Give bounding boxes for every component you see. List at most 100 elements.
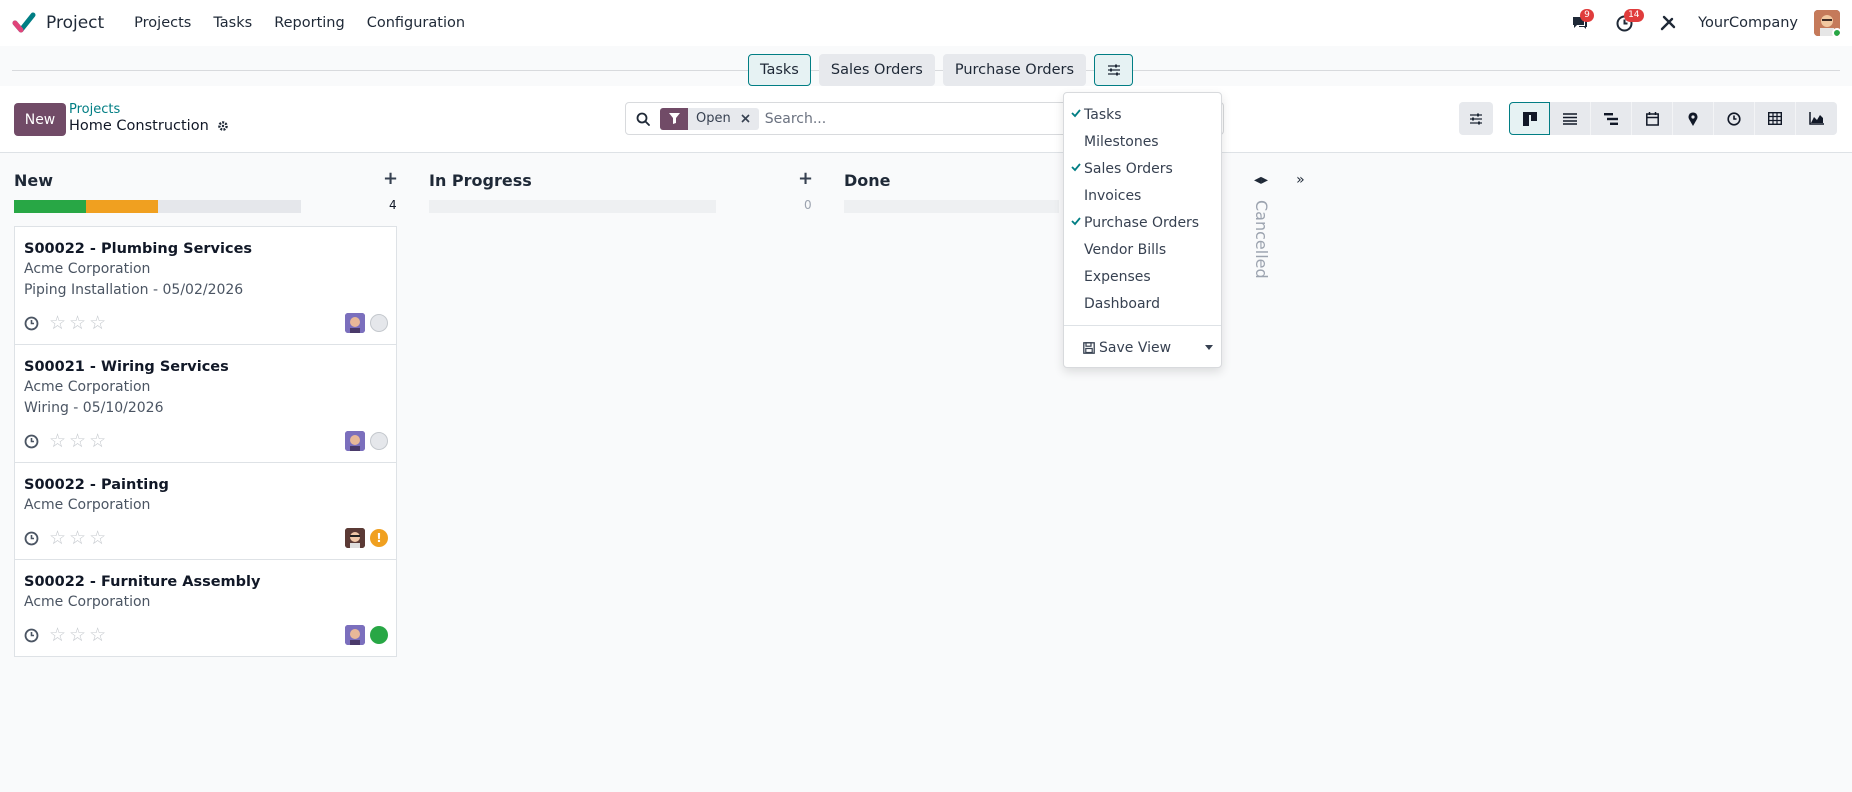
column-progress-new[interactable] (14, 200, 301, 213)
menu-projects[interactable]: Projects (134, 15, 191, 31)
debug-tools-button[interactable] (1654, 9, 1682, 37)
embedded-tasks-button[interactable]: Tasks (748, 54, 811, 86)
menu-reporting[interactable]: Reporting (274, 15, 345, 31)
expand-columns-icon[interactable]: » (1296, 172, 1305, 188)
activities-button[interactable]: 14 (1610, 9, 1644, 37)
folded-column-controls: ◂▸ » (1254, 172, 1333, 188)
quick-create-new-icon[interactable]: + (383, 168, 398, 189)
star-icon[interactable]: ☆ (69, 527, 86, 549)
column-folded-cancelled[interactable]: Cancelled (1252, 200, 1271, 279)
star-icon[interactable]: ☆ (89, 527, 106, 549)
kanban-card[interactable]: S00021 - Wiring Services Acme Corporatio… (15, 345, 396, 463)
star-icon[interactable]: ☆ (49, 624, 66, 646)
star-icon[interactable]: ☆ (69, 624, 86, 646)
column-header-done[interactable]: Done (844, 170, 891, 190)
gantt-view-button[interactable] (1591, 102, 1632, 135)
warning-state-icon[interactable]: ! (370, 529, 388, 547)
kanban-card[interactable]: S00022 - Painting Acme Corporation ☆ ☆ ☆ ! (15, 463, 396, 560)
embedded-actions-dropdown: Tasks Milestones Sales Orders Invoices P… (1063, 92, 1222, 368)
card-title: S00022 - Plumbing Services (24, 241, 253, 257)
card-footer: ☆ ☆ ☆ ! (24, 522, 388, 554)
assignee-avatar[interactable] (345, 625, 365, 645)
assignee-avatar[interactable] (345, 528, 365, 548)
star-icon[interactable]: ☆ (49, 430, 66, 452)
new-button[interactable]: New (14, 103, 66, 136)
task-state-icon[interactable] (370, 314, 388, 332)
card-customer: Acme Corporation (24, 594, 151, 610)
save-view-label: Save View (1099, 339, 1172, 356)
search-facet: Open (660, 107, 759, 130)
menu-tasks[interactable]: Tasks (213, 15, 252, 31)
activity-clock-icon[interactable] (24, 628, 39, 643)
star-icon[interactable]: ☆ (69, 430, 86, 452)
progress-segment-done[interactable] (14, 200, 86, 213)
breadcrumb-projects[interactable]: Projects (69, 102, 120, 117)
save-view-button[interactable]: Save View (1064, 334, 1221, 361)
column-header-new[interactable]: New (14, 170, 53, 190)
card-title: S00022 - Furniture Assembly (24, 574, 261, 590)
caret-down-icon[interactable] (1205, 345, 1213, 350)
dropdown-item-dashboard[interactable]: Dashboard (1064, 290, 1221, 317)
star-icon[interactable]: ☆ (69, 312, 86, 334)
column-title-new: New (14, 170, 54, 190)
search-input[interactable] (764, 110, 1065, 127)
dropdown-item-sales-orders[interactable]: Sales Orders (1064, 155, 1221, 182)
assignee-avatar[interactable] (345, 431, 365, 451)
map-view-button[interactable] (1673, 102, 1714, 135)
progress-segment-in-progress[interactable] (85, 200, 158, 213)
star-icon[interactable]: ☆ (89, 312, 106, 334)
search-panel-toggle[interactable] (1459, 102, 1493, 135)
task-state-icon[interactable] (370, 626, 388, 644)
card-footer: ☆ ☆ ☆ (24, 307, 388, 339)
quick-create-in-progress-icon[interactable]: + (798, 168, 813, 189)
star-icon[interactable]: ☆ (49, 527, 66, 549)
embedded-actions-config-button[interactable] (1094, 54, 1134, 86)
dropdown-item-invoices[interactable]: Invoices (1064, 182, 1221, 209)
embedded-sales-orders-button[interactable]: Sales Orders (818, 54, 935, 86)
calendar-icon (1645, 111, 1659, 126)
calendar-view-button[interactable] (1632, 102, 1673, 135)
graph-view-button[interactable] (1796, 102, 1837, 135)
star-icon[interactable]: ☆ (49, 312, 66, 334)
list-view-button[interactable] (1550, 102, 1591, 135)
star-icon[interactable]: ☆ (89, 430, 106, 452)
activity-clock-icon[interactable] (24, 531, 39, 546)
check-icon (1071, 217, 1081, 226)
dropdown-item-purchase-orders[interactable]: Purchase Orders (1064, 209, 1221, 236)
dropdown-item-tasks[interactable]: Tasks (1064, 101, 1221, 128)
dropdown-item-vendor-bills[interactable]: Vendor Bills (1064, 236, 1221, 263)
card-right-controls: ! (345, 528, 388, 548)
company-switcher[interactable]: YourCompany (1698, 15, 1798, 31)
menu-configuration[interactable]: Configuration (367, 15, 465, 31)
user-avatar[interactable] (1814, 10, 1840, 36)
messaging-button[interactable]: 9 (1566, 9, 1594, 37)
activity-clock-icon[interactable] (24, 316, 39, 331)
kanban-card[interactable]: S00022 - Furniture Assembly Acme Corpora… (15, 560, 396, 651)
column-header-in-progress[interactable]: In Progress (429, 170, 532, 190)
dropdown-divider (1064, 325, 1221, 326)
kanban-view-button[interactable] (1509, 102, 1550, 135)
pivot-view-button[interactable] (1755, 102, 1796, 135)
gear-icon[interactable] (217, 120, 229, 132)
task-state-icon[interactable] (370, 432, 388, 450)
clock-icon (1727, 111, 1741, 126)
kanban-card[interactable]: S00022 - Plumbing Services Acme Corporat… (15, 227, 396, 345)
dropdown-item-milestones[interactable]: Milestones (1064, 128, 1221, 155)
list-icon (1563, 112, 1577, 125)
embedded-purchase-orders-button[interactable]: Purchase Orders (942, 54, 1087, 86)
filter-icon (660, 107, 688, 130)
dropdown-item-expenses[interactable]: Expenses (1064, 263, 1221, 290)
star-icon[interactable]: ☆ (89, 624, 106, 646)
card-footer: ☆ ☆ ☆ (24, 425, 388, 457)
remove-facet-icon[interactable] (737, 108, 755, 130)
app-brand[interactable]: Project (12, 11, 104, 35)
card-footer: ☆ ☆ ☆ (24, 619, 388, 651)
activity-view-button[interactable] (1714, 102, 1755, 135)
card-milestone: Wiring - 05/10/2026 (24, 400, 164, 416)
search-icon[interactable] (636, 112, 650, 126)
facet-label: Open (696, 111, 731, 126)
activities-badge: 14 (1624, 9, 1644, 22)
assignee-avatar[interactable] (345, 313, 365, 333)
fold-toggle-icon[interactable]: ◂▸ (1254, 172, 1268, 188)
activity-clock-icon[interactable] (24, 434, 39, 449)
